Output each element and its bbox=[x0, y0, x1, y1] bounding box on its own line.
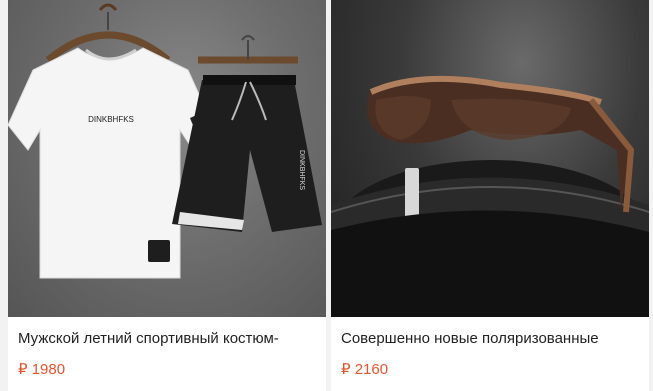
product-image-sunglasses[interactable] bbox=[331, 0, 649, 317]
product-card[interactable]: DINKBHFKS DINKBHFKS Мужской летний спорт… bbox=[8, 0, 326, 391]
sunglasses-illustration bbox=[331, 75, 649, 317]
tracksuit-illustration: DINKBHFKS DINKBHFKS bbox=[8, 3, 322, 279]
product-price: ₽ 1980 bbox=[18, 361, 66, 378]
product-grid: DINKBHFKS DINKBHFKS Мужской летний спорт… bbox=[0, 0, 653, 391]
product-title[interactable]: Мужской летний спортивный костюм- bbox=[18, 330, 318, 347]
product-price: ₽ 2160 bbox=[341, 361, 389, 378]
shirt-print-text: DINKBHFKS bbox=[88, 115, 134, 124]
shorts-print-text: DINKBHFKS bbox=[298, 150, 305, 190]
product-title[interactable]: Совершенно новые поляризованные bbox=[341, 330, 641, 347]
product-image-tracksuit[interactable]: DINKBHFKS DINKBHFKS bbox=[8, 0, 326, 317]
product-card[interactable]: Совершенно новые поляризованные ₽ 2160 bbox=[331, 0, 649, 391]
